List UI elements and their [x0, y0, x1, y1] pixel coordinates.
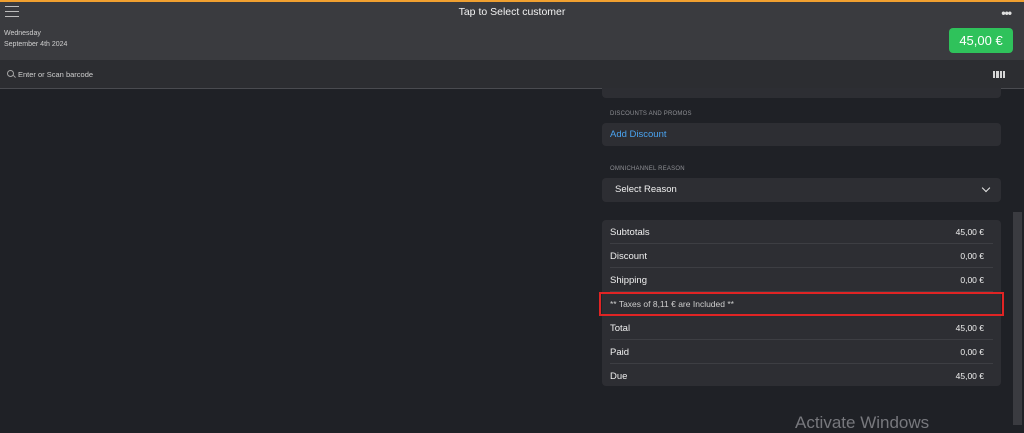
scrollbar[interactable]: [1013, 212, 1022, 425]
total-amount-button[interactable]: 45,00 €: [949, 28, 1013, 53]
header-bar: Tap to Select customer ••• Wednesday Sep…: [0, 2, 1024, 60]
total-row: Total 45,00 €: [610, 316, 993, 340]
row-label: Paid: [610, 347, 630, 358]
activation-watermark: Activate Windows: [795, 413, 930, 432]
date-full: September 4th 2024: [4, 41, 68, 48]
more-options-icon[interactable]: •••: [1001, 6, 1012, 20]
row-value: 45,00 €: [955, 371, 984, 381]
row-value: 0,00 €: [960, 347, 984, 357]
tax-note-highlight: ** Taxes of 8,11 € are Included **: [599, 292, 1004, 316]
tax-note: ** Taxes of 8,11 € are Included **: [610, 299, 734, 309]
row-value: 45,00 €: [955, 227, 984, 237]
date-weekday: Wednesday: [4, 30, 41, 37]
barcode-search-input[interactable]: [18, 67, 318, 82]
add-discount-link[interactable]: Add Discount: [610, 129, 667, 140]
discounts-section-label: DISCOUNTS AND PROMOS: [610, 111, 692, 117]
search-icon: [7, 70, 14, 77]
barcode-icon[interactable]: [993, 71, 1005, 78]
due-row: Due 45,00 €: [610, 364, 993, 388]
row-label: Shipping: [610, 275, 647, 286]
row-label: Subtotals: [610, 227, 650, 238]
shipping-row: Shipping 0,00 €: [610, 268, 993, 292]
subtotals-row: Subtotals 45,00 €: [610, 220, 993, 244]
row-value: 0,00 €: [960, 275, 984, 285]
previous-card-edge: [602, 88, 1001, 98]
paid-row: Paid 0,00 €: [610, 340, 993, 364]
select-customer-title[interactable]: Tap to Select customer: [0, 6, 1024, 18]
omnichannel-section-label: OMNICHANNEL REASON: [610, 166, 685, 172]
date-display: Wednesday September 4th 2024: [4, 28, 67, 50]
row-label: Due: [610, 371, 628, 382]
row-label: Total: [610, 323, 631, 334]
row-value: 45,00 €: [955, 323, 984, 333]
row-label: Discount: [610, 251, 647, 262]
search-bar: [0, 60, 1024, 89]
reason-select-value[interactable]: Select Reason: [615, 184, 677, 195]
row-value: 0,00 €: [960, 251, 984, 261]
discount-row: Discount 0,00 €: [610, 244, 993, 268]
